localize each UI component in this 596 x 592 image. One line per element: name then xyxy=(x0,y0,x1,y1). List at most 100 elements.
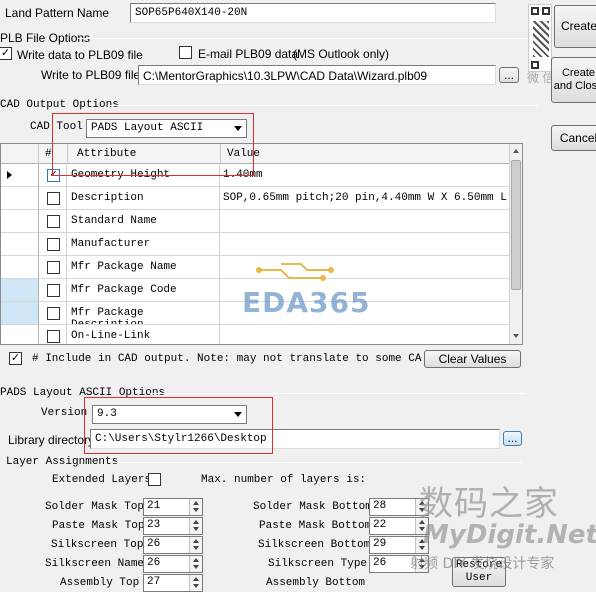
write-to-path-field[interactable]: C:\MentorGraphics\10.3LPW\CAD Data\Wizar… xyxy=(138,65,496,85)
layer-value: 28 xyxy=(373,500,387,512)
scroll-up-icon[interactable] xyxy=(513,149,519,153)
row-header xyxy=(1,302,39,325)
mydigit-watermark: MyDigit.Net xyxy=(423,520,596,550)
attribute-cell[interactable]: Standard Name xyxy=(67,210,220,233)
spin-down-icon[interactable] xyxy=(193,546,199,550)
grid-scrollbar[interactable] xyxy=(509,144,522,344)
write-to-label: Write to PLB09 file xyxy=(41,68,141,82)
scroll-thumb[interactable] xyxy=(511,160,521,290)
layer-spinner[interactable]: 27 xyxy=(143,574,203,592)
qr-code-icon xyxy=(528,4,552,72)
layer-label: Solder Mask Top xyxy=(45,501,145,513)
layer-value: 22 xyxy=(373,519,387,531)
table-row[interactable]: Standard Name xyxy=(1,210,509,233)
scroll-down-icon[interactable] xyxy=(513,334,519,338)
email-plb-checkbox[interactable] xyxy=(179,46,192,59)
layer-value: 26 xyxy=(373,557,387,569)
mydigit-slogan-watermark: 射频 DIY 发烧设计专家 xyxy=(410,556,555,572)
include-checkbox[interactable] xyxy=(47,261,60,274)
layer-spinner[interactable]: 26 xyxy=(143,555,203,573)
layer-label: Paste Mask Bottom xyxy=(259,520,372,532)
layer-value: 26 xyxy=(147,538,161,550)
attribute-cell[interactable]: Mfr Package Name xyxy=(67,256,220,279)
include-note: # Include in CAD output. Note: may not t… xyxy=(32,353,422,365)
value-cell[interactable]: 1.40mm xyxy=(220,164,509,187)
spin-down-icon[interactable] xyxy=(193,584,199,588)
create-button[interactable]: Create xyxy=(554,5,596,48)
include-checkbox[interactable] xyxy=(47,215,60,228)
attribute-cell[interactable]: Mfr Package Code xyxy=(67,279,220,302)
create-and-close-button[interactable]: Create and Close xyxy=(551,57,596,103)
layer-value: 27 xyxy=(147,576,161,588)
land-pattern-name-field[interactable]: SOP65P640X140-20N xyxy=(130,3,496,23)
layer-label: Silkscreen Bottom xyxy=(258,539,371,551)
layer-spinner[interactable]: 29 xyxy=(369,536,429,554)
cancel-button[interactable]: Cancel xyxy=(551,125,596,151)
spin-up-icon[interactable] xyxy=(193,558,199,562)
column-num-header[interactable]: # xyxy=(45,148,52,160)
row-header xyxy=(1,256,39,279)
row-header xyxy=(1,279,39,302)
current-row-arrow-icon xyxy=(7,171,12,179)
include-checkbox[interactable] xyxy=(47,238,60,251)
layer-assignments-divider xyxy=(112,462,522,463)
include-checkbox[interactable] xyxy=(47,307,60,320)
include-checkbox[interactable] xyxy=(47,192,60,205)
attribute-cell[interactable]: Mfr Package Description xyxy=(67,302,220,325)
spin-down-icon[interactable] xyxy=(193,527,199,531)
table-row[interactable]: Manufacturer xyxy=(1,233,509,256)
library-directory-label: Library directory xyxy=(8,433,95,447)
row-header xyxy=(1,233,39,256)
spin-up-icon[interactable] xyxy=(193,539,199,543)
spin-up-icon[interactable] xyxy=(193,501,199,505)
spin-down-icon[interactable] xyxy=(193,508,199,512)
write-plb-checkbox[interactable]: ✓ xyxy=(0,47,12,60)
cad-output-title: CAD Output Options xyxy=(0,99,119,111)
plb-browse-button[interactable]: ... xyxy=(499,67,519,83)
spin-up-icon[interactable] xyxy=(193,520,199,524)
plb-options-divider xyxy=(78,38,538,39)
plb-options-title: PLB File Options xyxy=(0,31,91,45)
value-cell[interactable] xyxy=(220,233,509,256)
email-plb-label: E-mail PLB09 data xyxy=(198,47,299,61)
layer-spinner[interactable]: 26 xyxy=(143,536,203,554)
attribute-cell[interactable]: Manufacturer xyxy=(67,233,220,256)
layer-spinner[interactable]: 23 xyxy=(143,517,203,535)
spin-down-icon[interactable] xyxy=(193,565,199,569)
include-checkbox[interactable] xyxy=(47,330,60,343)
row-header xyxy=(1,210,39,233)
extended-layers-checkbox[interactable] xyxy=(148,473,161,486)
attribute-cell[interactable]: Description xyxy=(67,187,220,210)
cad-output-divider xyxy=(108,105,538,106)
layer-label: Silkscreen Type xyxy=(268,558,368,570)
include-checkbox[interactable] xyxy=(47,284,60,297)
layer-value: 21 xyxy=(147,500,161,512)
table-row[interactable]: Description SOP,0.65mm pitch;20 pin,4.40… xyxy=(1,187,509,210)
layer-label: Paste Mask Top xyxy=(52,520,145,532)
highlight-pads-options xyxy=(84,397,273,454)
value-cell[interactable] xyxy=(220,325,509,344)
eda365-watermark: EDA365 xyxy=(242,286,371,319)
attribute-cell[interactable]: On-Line-Link xyxy=(67,325,220,344)
layer-assignments-title: Layer Assignments xyxy=(6,456,119,468)
row-header xyxy=(1,187,39,210)
land-pattern-label: Land Pattern Name xyxy=(5,6,110,20)
extended-layers-label: Extended Layers xyxy=(52,474,152,486)
value-cell[interactable]: SOP,0.65mm pitch;20 pin,4.40mm W X 6.50m… xyxy=(220,187,509,210)
layer-value: 29 xyxy=(373,538,387,550)
highlight-cad-tool xyxy=(52,113,254,176)
pads-options-divider xyxy=(150,393,525,394)
row-header xyxy=(1,164,39,187)
value-cell[interactable] xyxy=(220,210,509,233)
version-label: Version xyxy=(41,407,88,419)
layer-spinner[interactable]: 21 xyxy=(143,498,203,516)
table-row[interactable]: On-Line-Link xyxy=(1,325,509,344)
include-in-cad-checkbox[interactable]: ✓ xyxy=(9,352,22,365)
clear-values-button[interactable]: Clear Values xyxy=(424,350,521,368)
layer-value: 23 xyxy=(147,519,161,531)
layer-value: 26 xyxy=(147,557,161,569)
mydigit-cn-watermark: 数码之家 xyxy=(419,484,559,524)
spin-up-icon[interactable] xyxy=(193,577,199,581)
grid-corner xyxy=(1,144,39,164)
library-browse-button[interactable]: ... xyxy=(503,431,522,446)
